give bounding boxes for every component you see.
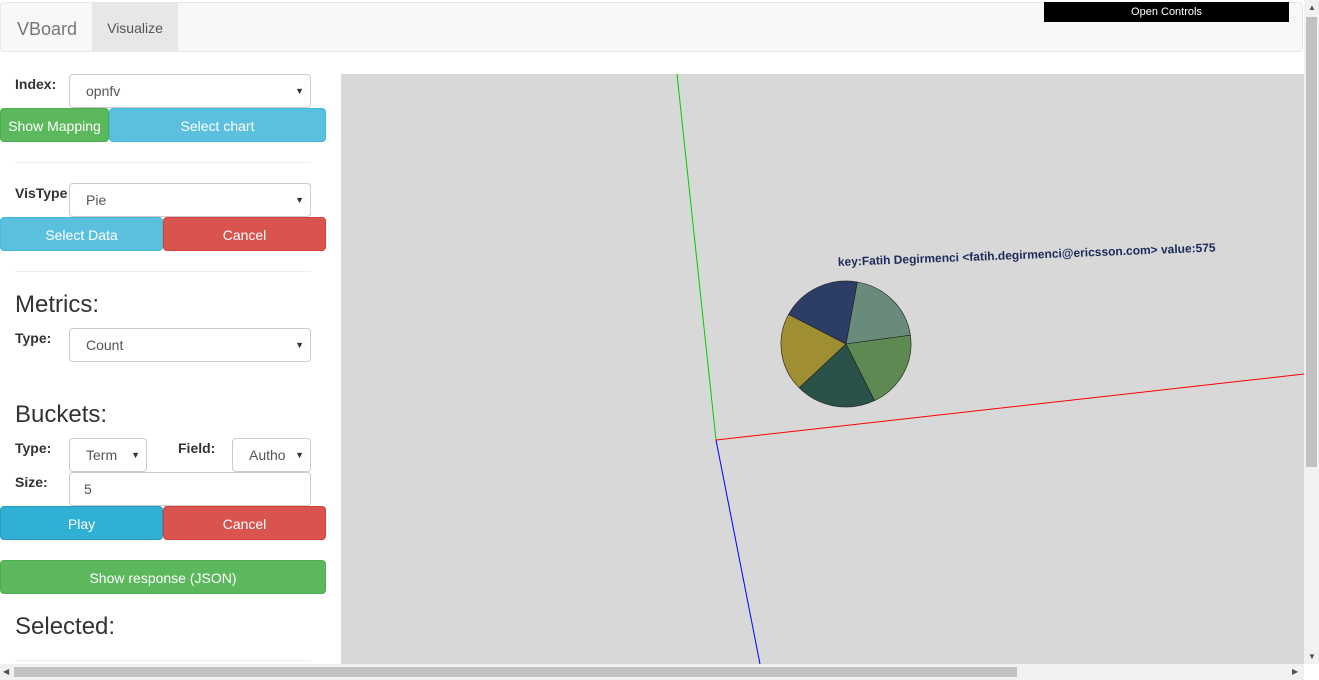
control-panel: Index: opnfv ▼ Show Mapping Select chart… [0,52,340,664]
chevron-down-icon: ▼ [295,86,304,96]
visualization-canvas[interactable]: key:Fatih Degirmenci <fatih.degirmenci@e… [341,74,1304,664]
select-data-button[interactable]: Select Data [0,217,163,251]
vertical-scroll-thumb[interactable] [1306,17,1317,467]
chevron-down-icon: ▼ [295,450,304,460]
chevron-down-icon: ▼ [131,450,140,460]
buckets-type-select[interactable]: Term ▼ [69,438,147,472]
horizontal-scroll-thumb[interactable] [14,667,1017,677]
buckets-field-select[interactable]: Autho ▼ [232,438,311,472]
play-button[interactable]: Play [0,506,163,540]
vistype-select[interactable]: Pie ▼ [69,183,311,217]
scroll-left-icon[interactable]: ◀ [3,667,9,676]
buckets-size-input[interactable]: 5 [69,472,311,506]
horizontal-scrollbar[interactable]: ◀ ▶ [0,664,1304,680]
y-axis-line [676,74,717,441]
buckets-field-value: Autho [249,447,286,463]
chevron-down-icon: ▼ [295,195,304,205]
tab-visualize[interactable]: Visualize [92,3,178,53]
scroll-right-icon[interactable]: ▶ [1292,667,1298,676]
index-select[interactable]: opnfv ▼ [69,74,311,108]
metrics-type-label: Type: [15,330,52,346]
buckets-type-value: Term [86,447,118,463]
z-axis-line [715,439,761,664]
scene-svg: key:Fatih Degirmenci <fatih.degirmenci@e… [676,74,1304,664]
chevron-down-icon: ▼ [295,340,304,350]
metrics-type-value: Count [86,337,124,353]
metrics-type-select[interactable]: Count ▼ [69,328,311,362]
selected-heading: Selected: [15,613,116,640]
open-controls-button[interactable]: Open Controls [1044,2,1289,22]
select-chart-button[interactable]: Select chart [109,108,326,142]
metrics-heading: Metrics: [15,291,99,318]
show-response-button[interactable]: Show response (JSON) [0,560,326,594]
vistype-select-value: Pie [86,192,107,208]
divider [15,660,311,661]
cancel-button[interactable]: Cancel [163,217,326,251]
scroll-up-icon[interactable]: ▲ [1308,3,1316,12]
index-select-value: opnfv [86,83,121,99]
buckets-heading: Buckets: [15,401,108,428]
divider [15,162,311,163]
pie-chart [780,280,912,408]
divider [15,271,311,272]
scroll-down-icon[interactable]: ▼ [1308,652,1316,661]
index-label: Index: [15,76,57,92]
vistype-label: VisType [15,185,68,201]
show-mapping-button[interactable]: Show Mapping [0,108,109,142]
brand[interactable]: VBoard [17,19,77,40]
cancel-button[interactable]: Cancel [163,506,326,540]
buckets-type-label: Type: [15,440,52,456]
vertical-scrollbar[interactable]: ▲ ▼ [1304,0,1319,664]
buckets-field-label: Field: [178,440,216,456]
pie-tooltip: key:Fatih Degirmenci <fatih.degirmenci@e… [838,240,1217,269]
buckets-size-label: Size: [15,474,48,490]
